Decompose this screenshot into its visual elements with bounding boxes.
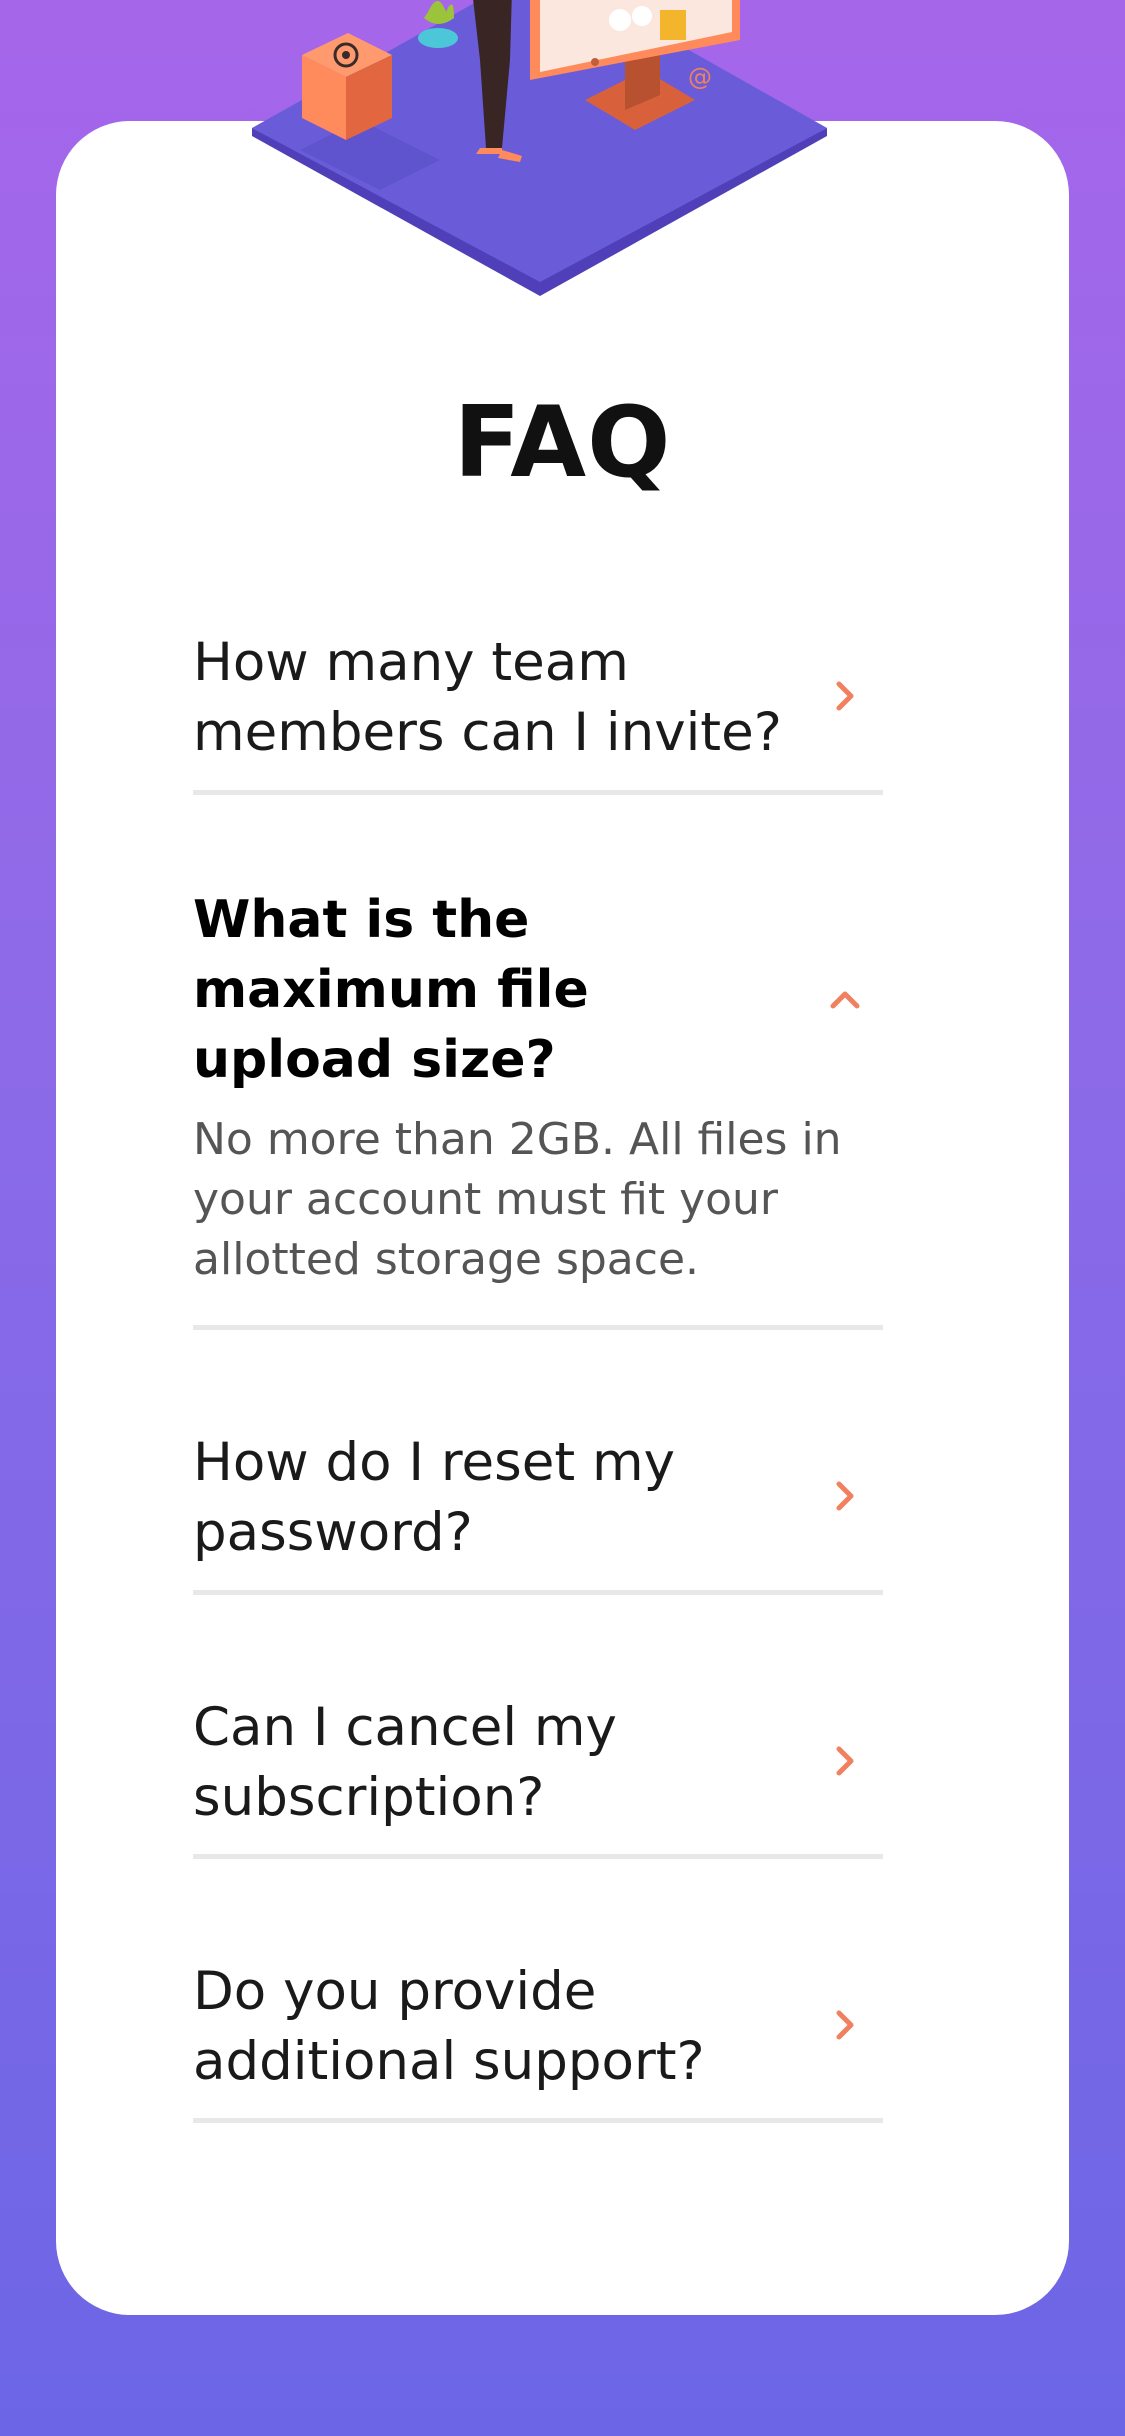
faq-question: Can I cancel my subscription? — [193, 1697, 617, 1828]
chevron-right-icon — [836, 2010, 854, 2040]
faq-item-team-members[interactable]: How many team members can I invite? — [193, 620, 883, 795]
faq-question: What is the maximum file upload size? — [193, 890, 589, 1090]
cube-icon — [302, 33, 392, 140]
faq-question: Do you provide additional support? — [193, 1961, 705, 2092]
svg-text:@: @ — [688, 63, 712, 91]
faq-question: How many team members can I invite? — [193, 632, 782, 763]
hero-illustration: @ — [252, 0, 827, 296]
chevron-up-icon — [830, 991, 860, 1009]
chevron-right-icon — [836, 1481, 854, 1511]
chevron-right-icon — [836, 681, 854, 711]
page-title: FAQ — [453, 386, 672, 500]
faq-item-upload-size[interactable]: What is the maximum file upload size? No… — [193, 885, 883, 1330]
chevron-right-icon — [836, 1746, 854, 1776]
faq-item-additional-support[interactable]: Do you provide additional support? — [193, 1949, 883, 2123]
faq-answer: No more than 2GB. All files in your acco… — [193, 1114, 842, 1285]
faq-item-reset-password[interactable]: How do I reset my password? — [193, 1420, 883, 1595]
faq-item-cancel-subscription[interactable]: Can I cancel my subscription? — [193, 1685, 883, 1859]
faq-question: How do I reset my password? — [193, 1432, 675, 1563]
